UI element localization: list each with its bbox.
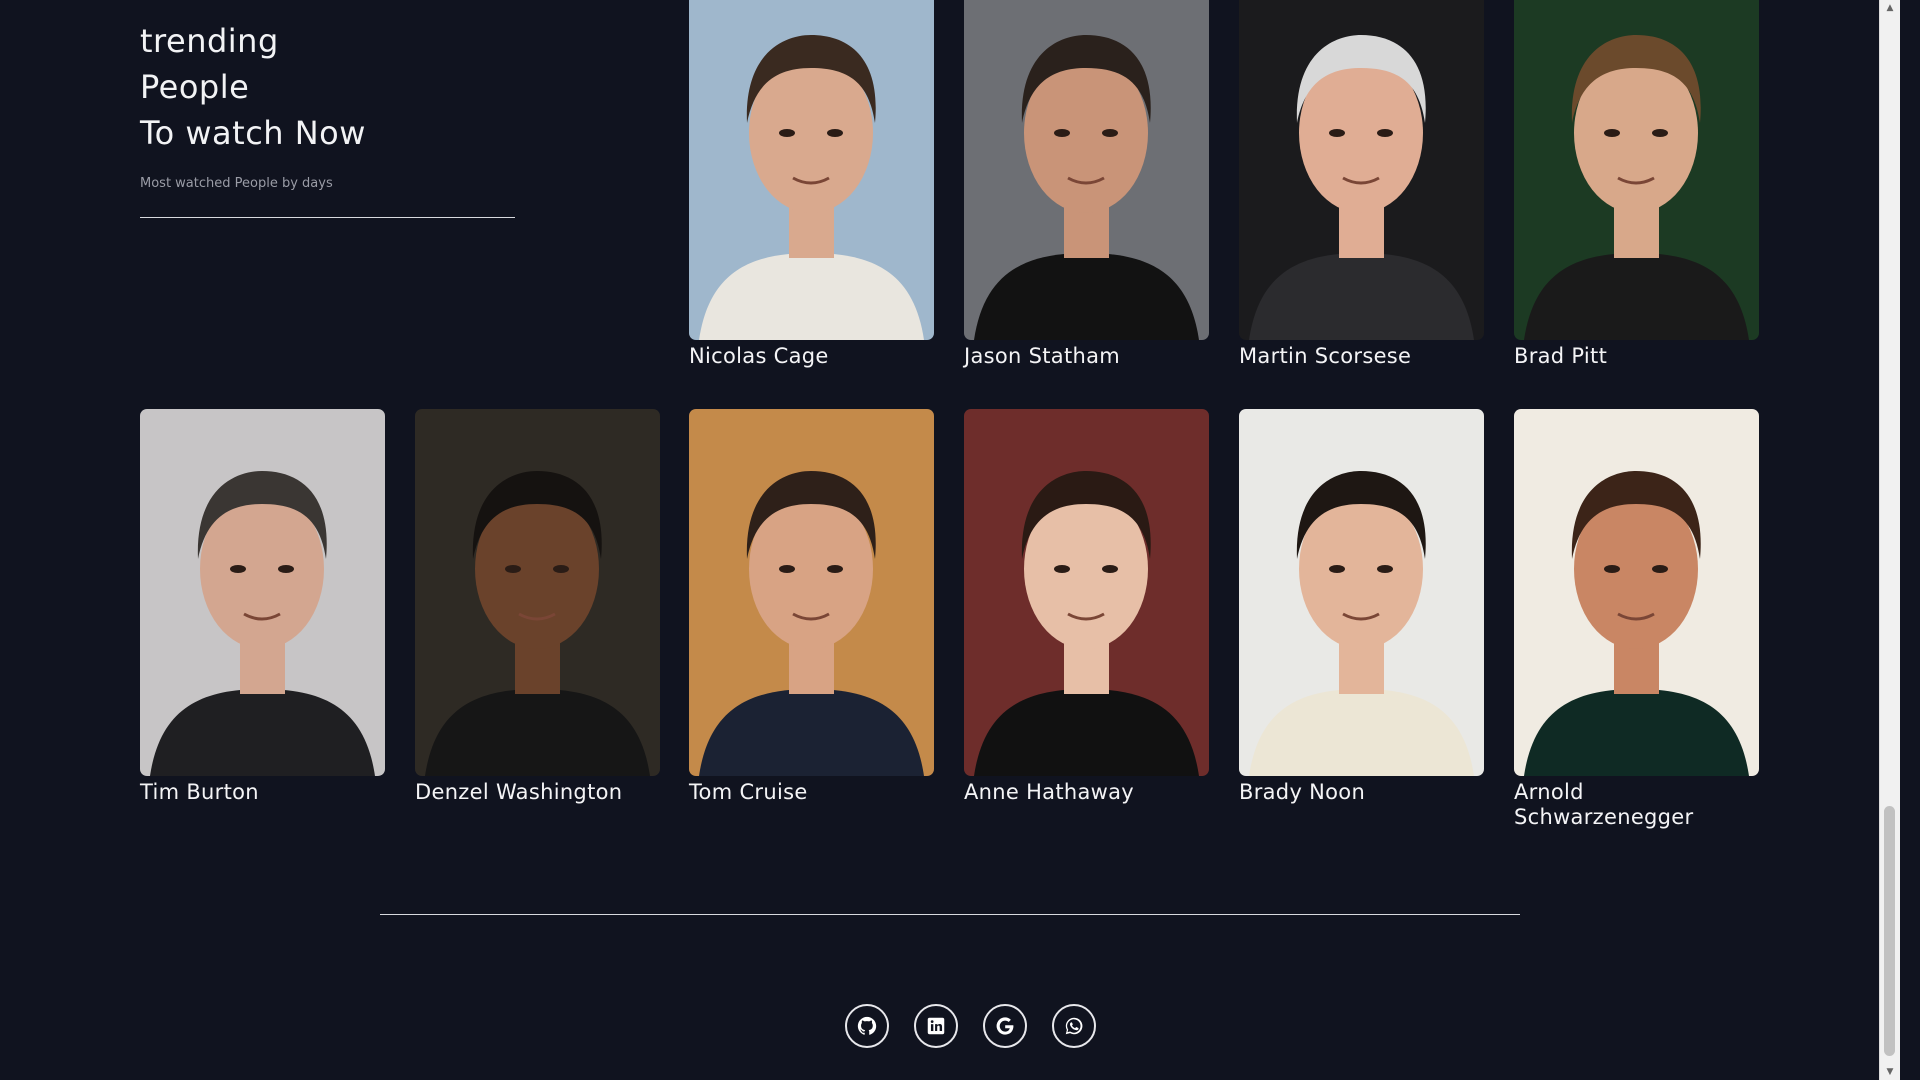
heading-line-2: People (140, 68, 250, 106)
person-card[interactable]: Tim Burton (140, 409, 385, 805)
person-photo[interactable] (689, 0, 934, 340)
linkedin-icon (925, 1015, 947, 1037)
person-photo[interactable] (1514, 409, 1759, 776)
person-photo[interactable] (415, 409, 660, 776)
heading-subtitle: Most watched People by days (140, 176, 333, 191)
whatsapp-link[interactable] (1052, 1004, 1096, 1048)
person-name[interactable]: Tom Cruise (689, 780, 934, 805)
person-photo[interactable] (964, 409, 1209, 776)
person-name[interactable]: Tim Burton (140, 780, 385, 805)
scrollbar[interactable]: ▲ ▼ (1879, 0, 1900, 1080)
person-photo[interactable] (1239, 0, 1484, 340)
person-name[interactable]: Anne Hathaway (964, 780, 1209, 805)
person-photo[interactable] (140, 409, 385, 776)
github-link[interactable] (845, 1004, 889, 1048)
person-photo[interactable] (689, 409, 934, 776)
trending-intro: trending People To watch Now Most watche… (140, 18, 515, 218)
footer-divider (380, 914, 1520, 915)
person-card[interactable]: Brady Noon (1239, 409, 1484, 805)
scrollbar-thumb[interactable] (1884, 806, 1895, 1056)
social-links (845, 1004, 1096, 1048)
heading-line-3: To watch Now (140, 114, 366, 152)
person-name[interactable]: Arnold Schwarzenegger (1514, 780, 1759, 830)
google-link[interactable] (983, 1004, 1027, 1048)
person-name[interactable]: Martin Scorsese (1239, 344, 1484, 369)
person-card[interactable]: Nicolas Cage (689, 0, 934, 369)
heading-divider (140, 217, 515, 218)
person-photo[interactable] (1514, 0, 1759, 340)
person-card[interactable]: Anne Hathaway (964, 409, 1209, 805)
person-card[interactable]: Martin Scorsese (1239, 0, 1484, 369)
person-photo[interactable] (964, 0, 1209, 340)
scroll-up-arrow-icon[interactable]: ▲ (1880, 0, 1900, 16)
github-icon (856, 1015, 878, 1037)
person-name[interactable]: Nicolas Cage (689, 344, 934, 369)
whatsapp-icon (1063, 1015, 1085, 1037)
google-icon (994, 1015, 1016, 1037)
person-card[interactable]: Arnold Schwarzenegger (1514, 409, 1759, 830)
person-card[interactable]: Denzel Washington (415, 409, 660, 805)
person-card[interactable]: Brad Pitt (1514, 0, 1759, 369)
linkedin-link[interactable] (914, 1004, 958, 1048)
person-name[interactable]: Jason Statham (964, 344, 1209, 369)
scroll-down-arrow-icon[interactable]: ▼ (1880, 1064, 1900, 1080)
person-name[interactable]: Denzel Washington (415, 780, 660, 805)
heading-line-1: trending (140, 22, 279, 60)
person-card[interactable]: Jason Statham (964, 0, 1209, 369)
page: trending People To watch Now Most watche… (0, 0, 1900, 1080)
person-card[interactable]: Tom Cruise (689, 409, 934, 805)
person-name[interactable]: Brady Noon (1239, 780, 1484, 805)
person-photo[interactable] (1239, 409, 1484, 776)
person-name[interactable]: Brad Pitt (1514, 344, 1759, 369)
